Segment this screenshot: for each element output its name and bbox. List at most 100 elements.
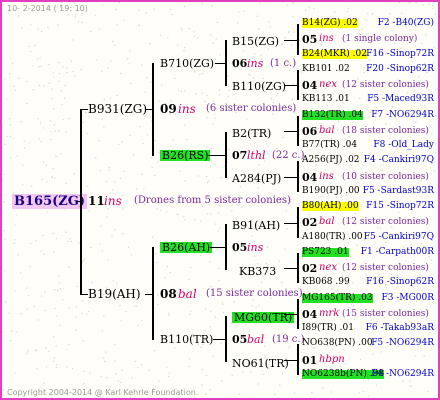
background-dot <box>82 340 85 342</box>
g3-queen[interactable]: B26(AH) <box>160 242 213 253</box>
l3-queen-f[interactable]: KB373 <box>239 266 276 277</box>
ancestor-queen[interactable]: B14(ZG) .02 <box>302 19 358 28</box>
background-dot <box>205 175 208 178</box>
background-dot <box>53 76 55 78</box>
background-dot <box>75 306 78 308</box>
pedigree-chart: 10- 2-2014 ( 19: 10) B165(ZG) 11 ins (Dr… <box>0 0 440 400</box>
l3-queen-a[interactable]: B15(ZG) <box>232 36 279 47</box>
background-dot <box>371 13 374 15</box>
ancestor-queen[interactable]: B190(PJ) .00 <box>302 187 360 196</box>
ancestor-queen[interactable]: I89(TR) .01 <box>302 324 354 333</box>
background-dot <box>117 380 120 382</box>
background-dot <box>352 282 354 284</box>
background-dot <box>411 61 413 63</box>
background-dot <box>62 66 64 68</box>
background-dot <box>278 329 280 332</box>
background-dot <box>208 180 210 182</box>
background-dot <box>110 60 112 62</box>
g2-queen[interactable]: B26(RS) <box>160 150 211 161</box>
background-dot <box>291 2 293 4</box>
ancestor-queen[interactable]: KB101 .02 <box>302 65 350 74</box>
background-dot <box>138 9 140 12</box>
ancestor-source: F16 -Sinop72R <box>366 49 434 59</box>
g4-queen[interactable]: B110(TR) <box>160 334 213 345</box>
background-dot <box>193 31 195 33</box>
background-dot <box>9 135 12 138</box>
background-dot <box>219 227 221 229</box>
background-dot <box>19 272 22 274</box>
g4-note: (19 c.) <box>272 334 305 345</box>
background-dot <box>46 180 48 183</box>
background-dot <box>106 377 108 379</box>
background-dot <box>68 307 70 309</box>
l3-queen-b[interactable]: B110(ZG) <box>232 81 286 92</box>
background-dot <box>38 65 40 68</box>
background-dot <box>60 90 62 92</box>
background-dot <box>100 375 102 377</box>
background-dot <box>9 73 11 76</box>
dam1-queen[interactable]: B931(ZG) <box>88 103 147 115</box>
ancestor-queen[interactable]: MG165(TR) .03 <box>302 294 373 303</box>
background-dot <box>430 259 433 261</box>
background-dot <box>372 353 374 355</box>
background-dot <box>188 27 191 30</box>
background-dot <box>17 254 19 256</box>
ancestor-queen[interactable]: KB068 .99 <box>302 278 350 287</box>
ancestor-queen[interactable]: A256(PJ) .02 <box>302 156 360 165</box>
background-dot <box>105 180 108 183</box>
ancestor-queen[interactable]: B80(AH) .00 <box>302 202 359 211</box>
ancestor-queen[interactable]: KB113 .01 <box>302 95 350 104</box>
dam2-generation: 08 <box>160 287 177 301</box>
background-dot <box>28 45 31 48</box>
background-dot <box>253 255 256 257</box>
ancestor-insemination: nex <box>319 262 337 273</box>
ancestor-queen[interactable]: B132(TR) .04 <box>302 111 363 120</box>
g1-queen[interactable]: B710(ZG) <box>160 58 214 69</box>
background-dot <box>183 215 185 218</box>
ancestor-queen[interactable]: PS723 .01 <box>302 248 349 257</box>
background-dot <box>122 208 124 210</box>
background-dot <box>75 329 77 331</box>
background-dot <box>109 97 111 100</box>
background-dot <box>36 58 39 60</box>
ancestor-queen[interactable]: NO638(PN) .00 <box>302 339 373 348</box>
background-dot <box>218 89 221 91</box>
background-dot <box>55 364 58 366</box>
background-dot <box>282 136 284 139</box>
ancestor-queen[interactable]: B77(TR) .04 <box>302 141 357 150</box>
l3-queen-h[interactable]: NO61(TR) <box>232 358 289 369</box>
background-dot <box>375 384 377 387</box>
background-dot <box>193 35 196 37</box>
background-dot <box>16 214 18 216</box>
background-dot <box>428 3 430 5</box>
l3-queen-c[interactable]: B2(TR) <box>232 128 271 139</box>
background-dot <box>120 320 122 322</box>
background-dot <box>115 8 117 11</box>
background-dot <box>209 261 211 263</box>
l3-queen-d[interactable]: A284(PJ) <box>232 173 281 184</box>
background-dot <box>84 111 87 113</box>
background-dot <box>218 94 221 96</box>
ancestor-insemination: hbpn <box>319 354 345 365</box>
background-dot <box>23 140 25 142</box>
ancestor-note: (12 sister colonies) <box>342 263 429 273</box>
background-dot <box>218 279 220 281</box>
background-dot <box>26 287 28 289</box>
background-dot <box>396 286 398 289</box>
background-dot <box>26 308 28 310</box>
background-dot <box>87 311 90 313</box>
background-dot <box>201 384 203 386</box>
background-dot <box>49 120 52 122</box>
background-dot <box>107 208 109 210</box>
background-dot <box>259 2 261 5</box>
background-dot <box>169 8 172 11</box>
ancestor-queen[interactable]: A180(TR) .00 <box>302 233 363 242</box>
dam2-queen[interactable]: B19(AH) <box>88 288 141 300</box>
background-dot <box>330 137 333 140</box>
l3-queen-e[interactable]: B91(AH) <box>232 220 280 231</box>
background-dot <box>154 139 156 142</box>
ancestor-queen[interactable]: B24(MKR) .02 <box>302 50 367 59</box>
background-dot <box>216 21 219 24</box>
background-dot <box>194 71 196 73</box>
background-dot <box>3 201 5 203</box>
